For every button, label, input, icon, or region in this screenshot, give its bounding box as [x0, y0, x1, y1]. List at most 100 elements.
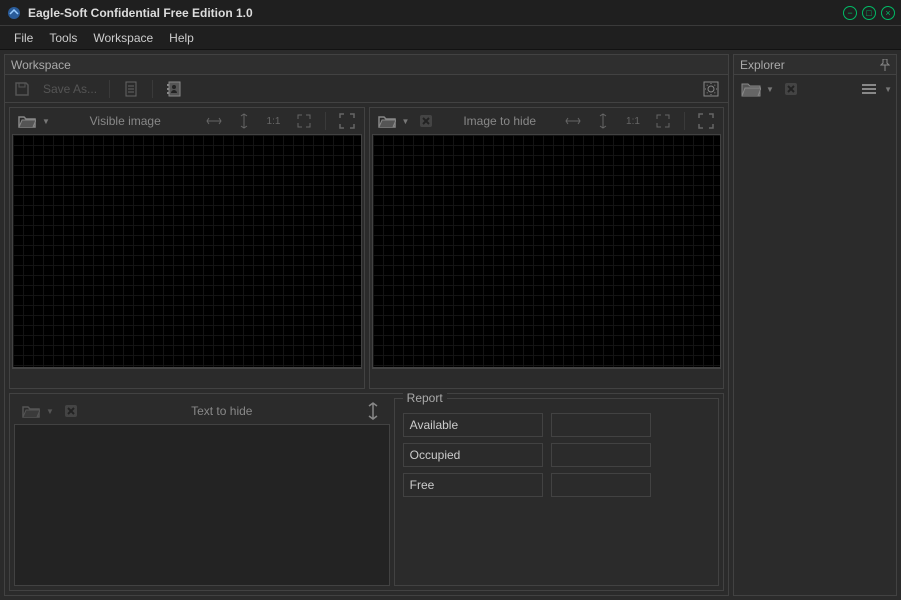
chevron-down-icon[interactable]: ▼ [884, 85, 892, 94]
fit-height-button[interactable] [590, 109, 616, 133]
image-to-hide-panel: ▼ Image to hide 1:1 [369, 107, 725, 389]
fit-width-button[interactable] [201, 109, 227, 133]
gear-icon [702, 80, 720, 98]
report-row-occupied: Occupied [403, 443, 710, 467]
image-to-hide-caption: Image to hide [443, 114, 556, 128]
explorer-body[interactable] [734, 103, 896, 595]
report-panel: Report Available Occupied Free [394, 398, 719, 586]
occupied-value [551, 443, 651, 467]
fit-screen-icon [296, 113, 312, 129]
fit-height-icon [597, 113, 609, 129]
fullscreen-button[interactable] [693, 109, 719, 133]
fit-screen-button[interactable] [291, 109, 317, 133]
menu-tools[interactable]: Tools [41, 28, 85, 48]
save-as-label: Save As... [39, 82, 101, 96]
chevron-down-icon[interactable]: ▼ [766, 85, 774, 94]
open-text-button[interactable] [18, 399, 44, 423]
settings-button[interactable] [698, 77, 724, 101]
aspect-ratio-label: 1:1 [267, 116, 281, 127]
fit-height-button[interactable] [231, 109, 257, 133]
close-button[interactable]: × [881, 6, 895, 20]
expand-text-button[interactable] [360, 399, 386, 423]
bottom-row: ▼ Text to hide Report [9, 393, 724, 591]
fit-width-icon [565, 115, 581, 127]
open-folder-icon [22, 404, 40, 418]
view-options-button[interactable] [856, 77, 882, 101]
workspace-panel: Workspace Save As... [4, 54, 729, 596]
fit-width-button[interactable] [560, 109, 586, 133]
explorer-toolbar: ▼ ▼ [734, 75, 896, 103]
image-to-hide-canvas[interactable] [372, 134, 722, 368]
save-button[interactable] [9, 77, 35, 101]
text-to-hide-textarea[interactable] [14, 424, 390, 586]
occupied-label: Occupied [403, 443, 543, 467]
clear-hide-image-button[interactable] [413, 109, 439, 133]
visible-image-canvas[interactable] [12, 134, 362, 368]
text-to-hide-panel: ▼ Text to hide [14, 398, 390, 586]
menu-help[interactable]: Help [161, 28, 202, 48]
maximize-button[interactable]: □ [862, 6, 876, 20]
explorer-panel: Explorer ▼ ▼ [733, 54, 897, 596]
fit-height-icon [238, 113, 250, 129]
hamburger-icon [862, 84, 876, 94]
fullscreen-icon [698, 113, 714, 129]
report-row-available: Available [403, 413, 710, 437]
chevron-down-icon[interactable]: ▼ [402, 117, 410, 126]
workspace-toolbar: Save As... [5, 75, 728, 103]
workspace-body: ▼ Visible image 1:1 [5, 103, 728, 595]
visible-image-panel: ▼ Visible image 1:1 [9, 107, 365, 389]
document-button[interactable] [118, 77, 144, 101]
actual-size-button[interactable]: 1:1 [261, 109, 287, 133]
clear-explorer-button[interactable] [778, 77, 804, 101]
contacts-icon [165, 80, 183, 98]
aspect-ratio-label: 1:1 [626, 116, 640, 127]
explorer-title-label: Explorer [740, 58, 785, 72]
open-folder-icon [378, 114, 396, 128]
text-toolbar: ▼ Text to hide [14, 398, 390, 424]
text-to-hide-caption: Text to hide [88, 404, 356, 418]
free-value [551, 473, 651, 497]
open-visible-image-button[interactable] [14, 109, 40, 133]
workspace-title-label: Workspace [11, 58, 71, 72]
document-icon [123, 80, 139, 98]
menu-bar: File Tools Workspace Help [0, 26, 901, 50]
menu-file[interactable]: File [6, 28, 41, 48]
content-area: Workspace Save As... [0, 50, 901, 600]
chevron-down-icon[interactable]: ▼ [42, 117, 50, 126]
fit-width-icon [206, 115, 222, 127]
toolbar-separator [152, 80, 153, 98]
open-hide-image-button[interactable] [374, 109, 400, 133]
report-legend: Report [403, 391, 447, 405]
workspace-panel-title: Workspace [5, 55, 728, 75]
image-to-hide-status [372, 368, 722, 386]
images-row: ▼ Visible image 1:1 [9, 107, 724, 389]
report-row-free: Free [403, 473, 710, 497]
save-icon [13, 80, 31, 98]
window-title: Eagle-Soft Confidential Free Edition 1.0 [28, 6, 838, 20]
clear-text-button[interactable] [58, 399, 84, 423]
fit-screen-button[interactable] [650, 109, 676, 133]
fit-screen-icon [655, 113, 671, 129]
title-bar: Eagle-Soft Confidential Free Edition 1.0… [0, 0, 901, 26]
minimize-button[interactable]: − [843, 6, 857, 20]
pin-icon[interactable] [880, 59, 890, 71]
available-label: Available [403, 413, 543, 437]
visible-image-status [12, 368, 362, 386]
folder-icon [741, 81, 761, 97]
contacts-button[interactable] [161, 77, 187, 101]
expand-vertical-icon [367, 402, 379, 420]
visible-image-caption: Visible image [54, 114, 197, 128]
image-to-hide-toolbar: ▼ Image to hide 1:1 [370, 108, 724, 134]
fullscreen-icon [339, 113, 355, 129]
visible-image-toolbar: ▼ Visible image 1:1 [10, 108, 364, 134]
fullscreen-button[interactable] [334, 109, 360, 133]
explorer-panel-title: Explorer [734, 55, 896, 75]
actual-size-button[interactable]: 1:1 [620, 109, 646, 133]
open-folder-icon [18, 114, 36, 128]
chevron-down-icon[interactable]: ▼ [46, 407, 54, 416]
close-icon [418, 113, 434, 129]
toolbar-separator [684, 112, 685, 130]
toolbar-separator [109, 80, 110, 98]
menu-workspace[interactable]: Workspace [85, 28, 161, 48]
open-folder-button[interactable] [738, 77, 764, 101]
